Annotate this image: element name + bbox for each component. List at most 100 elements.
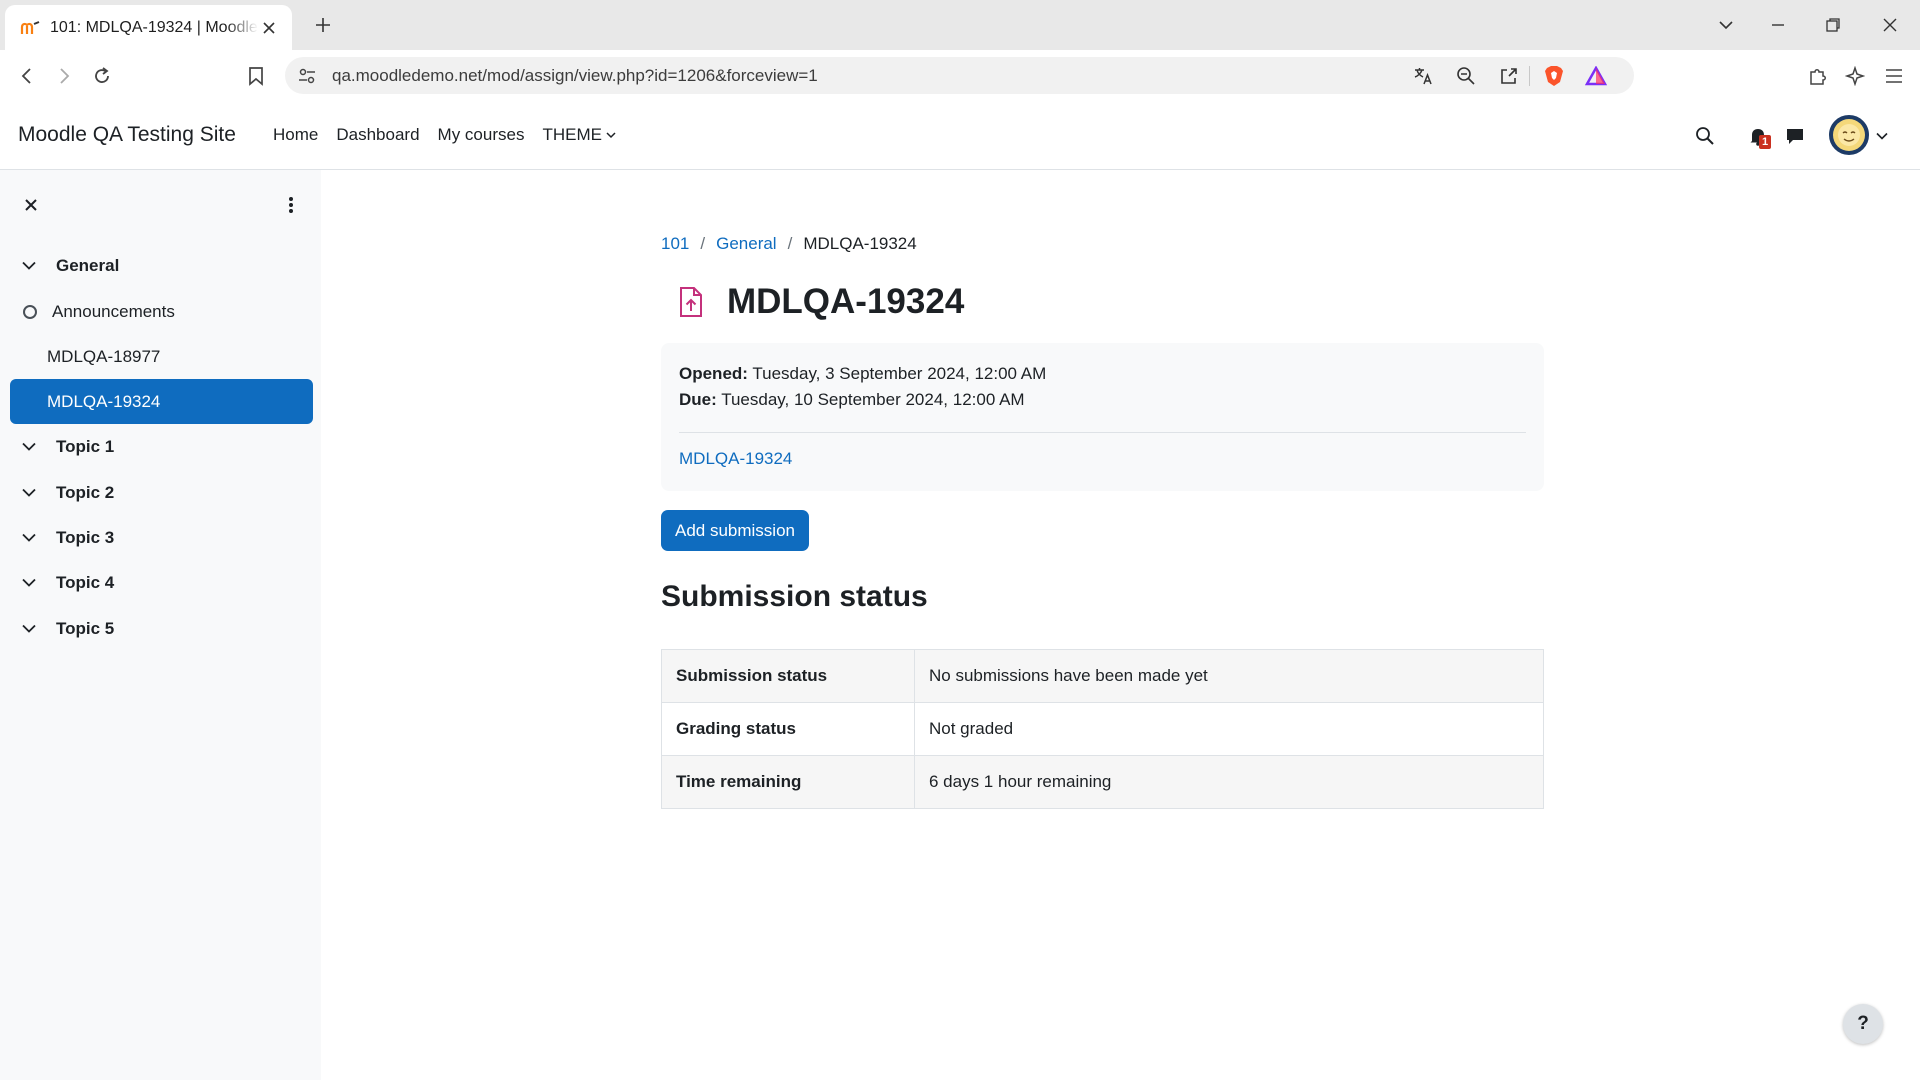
opened-date: Opened: Tuesday, 3 September 2024, 12:00… bbox=[679, 364, 1046, 384]
nav-theme-dropdown[interactable]: THEME bbox=[533, 125, 625, 145]
opened-value: Tuesday, 3 September 2024, 12:00 AM bbox=[752, 364, 1047, 383]
table-row: Time remaining 6 days 1 hour remaining bbox=[661, 755, 1544, 809]
submission-status-table: Submission status No submissions have be… bbox=[661, 649, 1544, 809]
page-title: MDLQA-19324 bbox=[727, 282, 965, 321]
minimize-icon[interactable] bbox=[1758, 8, 1798, 42]
zoom-out-icon[interactable] bbox=[1453, 63, 1479, 89]
section-label: General bbox=[56, 255, 120, 275]
avatar[interactable] bbox=[1829, 115, 1869, 155]
breadcrumb-section[interactable]: General bbox=[716, 234, 776, 254]
user-menu-chevron-icon[interactable] bbox=[1867, 121, 1897, 151]
chevron-down-icon[interactable] bbox=[20, 620, 38, 638]
intro-link[interactable]: MDLQA-19324 bbox=[679, 449, 792, 469]
nav-dashboard[interactable]: Dashboard bbox=[327, 125, 428, 145]
brave-rewards-icon[interactable] bbox=[1583, 63, 1609, 89]
section-label: Topic 4 bbox=[56, 572, 115, 592]
row-value: Not graded bbox=[914, 702, 1544, 756]
course-index-section-topic-1[interactable]: Topic 1 bbox=[10, 424, 313, 469]
tab-search-chevron-icon[interactable] bbox=[1706, 8, 1746, 42]
restore-icon[interactable] bbox=[1813, 8, 1853, 42]
activity-label: MDLQA-19324 bbox=[47, 391, 161, 411]
chevron-down-icon[interactable] bbox=[20, 484, 38, 502]
chevron-down-icon[interactable] bbox=[20, 438, 38, 456]
course-index-section-topic-3[interactable]: Topic 3 bbox=[10, 515, 313, 560]
chevron-down-icon[interactable] bbox=[20, 257, 38, 275]
opened-label: Opened: bbox=[679, 364, 748, 383]
chevron-down-icon bbox=[606, 132, 616, 139]
close-icon[interactable] bbox=[258, 17, 280, 39]
help-button[interactable]: ? bbox=[1843, 1004, 1883, 1044]
course-index-section-topic-5[interactable]: Topic 5 bbox=[10, 606, 313, 651]
row-label: Grading status bbox=[661, 702, 915, 756]
primary-navigation: Home Dashboard My courses THEME bbox=[264, 125, 625, 145]
messages-icon[interactable] bbox=[1780, 121, 1810, 151]
breadcrumb-separator: / bbox=[787, 234, 793, 253]
row-value: 6 days 1 hour remaining bbox=[914, 755, 1544, 809]
notifications-bell-icon[interactable]: 1 bbox=[1743, 121, 1773, 151]
search-icon[interactable] bbox=[1690, 121, 1720, 151]
forward-arrow-icon[interactable] bbox=[49, 61, 79, 91]
nav-theme-label: THEME bbox=[542, 125, 602, 144]
divider bbox=[679, 432, 1526, 433]
section-label: Topic 5 bbox=[56, 618, 115, 638]
tab-title: 101: MDLQA-19324 | Moodle QA Testing Sit… bbox=[50, 18, 258, 36]
browser-toolbar: qa.moodledemo.net/mod/assign/view.php?id… bbox=[0, 50, 1920, 101]
close-drawer-icon[interactable] bbox=[16, 190, 46, 220]
course-index-section-topic-2[interactable]: Topic 2 bbox=[10, 470, 313, 515]
table-row: Submission status No submissions have be… bbox=[661, 649, 1544, 703]
moodle-favicon-icon bbox=[19, 17, 41, 39]
window-close-icon[interactable] bbox=[1870, 8, 1910, 42]
course-index-item-mdlqa-18977[interactable]: MDLQA-18977 bbox=[10, 334, 313, 379]
leo-ai-icon[interactable] bbox=[1840, 61, 1870, 91]
table-row: Grading status Not graded bbox=[661, 702, 1544, 756]
chevron-down-icon[interactable] bbox=[20, 529, 38, 547]
breadcrumb-separator: / bbox=[700, 234, 706, 253]
page-header: MDLQA-19324 bbox=[661, 278, 964, 326]
activity-dates-box: Opened: Tuesday, 3 September 2024, 12:00… bbox=[661, 343, 1544, 491]
row-label: Submission status bbox=[661, 649, 915, 703]
completion-circle-icon bbox=[23, 304, 37, 319]
due-date: Due: Tuesday, 10 September 2024, 12:00 A… bbox=[679, 390, 1025, 410]
breadcrumb: 101 / General / MDLQA-19324 bbox=[661, 234, 917, 254]
course-index-drawer: General Announcements MDLQA-18977 MDLQA-… bbox=[0, 170, 321, 1080]
nav-home[interactable]: Home bbox=[264, 125, 327, 145]
row-label: Time remaining bbox=[661, 755, 915, 809]
main-menu-icon[interactable] bbox=[1879, 61, 1909, 91]
notification-count-badge: 1 bbox=[1759, 135, 1771, 149]
brave-shields-icon[interactable] bbox=[1541, 63, 1567, 89]
omnibox-divider bbox=[1529, 66, 1530, 86]
activity-label: Announcements bbox=[52, 301, 175, 321]
due-label: Due: bbox=[679, 390, 717, 409]
section-label: Topic 2 bbox=[56, 482, 115, 502]
browser-tab[interactable]: 101: MDLQA-19324 | Moodle QA Testing Sit… bbox=[5, 5, 292, 50]
site-name[interactable]: Moodle QA Testing Site bbox=[18, 123, 236, 147]
activity-label: MDLQA-18977 bbox=[47, 346, 161, 366]
url-text[interactable]: qa.moodledemo.net/mod/assign/view.php?id… bbox=[332, 66, 818, 86]
course-index-item-announcements[interactable]: Announcements bbox=[10, 289, 313, 334]
translate-icon[interactable] bbox=[1410, 63, 1436, 89]
kebab-menu-icon[interactable] bbox=[276, 190, 306, 220]
moodle-navbar: Moodle QA Testing Site Home Dashboard My… bbox=[0, 101, 1920, 170]
extensions-icon[interactable] bbox=[1802, 61, 1832, 91]
address-bar[interactable]: qa.moodledemo.net/mod/assign/view.php?id… bbox=[285, 57, 1634, 94]
add-submission-button[interactable]: Add submission bbox=[661, 510, 809, 551]
row-value: No submissions have been made yet bbox=[914, 649, 1544, 703]
bookmark-icon[interactable] bbox=[241, 61, 271, 91]
back-arrow-icon[interactable] bbox=[12, 61, 42, 91]
reload-icon[interactable] bbox=[87, 61, 117, 91]
section-label: Topic 1 bbox=[56, 436, 115, 456]
course-index-item-mdlqa-19324[interactable]: MDLQA-19324 bbox=[10, 379, 313, 424]
submission-status-heading: Submission status bbox=[661, 580, 928, 613]
breadcrumb-current: MDLQA-19324 bbox=[803, 234, 917, 253]
nav-my-courses[interactable]: My courses bbox=[429, 125, 534, 145]
assignment-upload-icon bbox=[667, 278, 715, 326]
course-index-section-general[interactable]: General bbox=[10, 243, 313, 288]
browser-tabstrip: 101: MDLQA-19324 | Moodle QA Testing Sit… bbox=[0, 0, 1920, 50]
site-settings-icon[interactable] bbox=[294, 63, 320, 89]
section-label: Topic 3 bbox=[56, 527, 115, 547]
chevron-down-icon[interactable] bbox=[20, 574, 38, 592]
course-index-section-topic-4[interactable]: Topic 4 bbox=[10, 560, 313, 605]
share-icon[interactable] bbox=[1496, 63, 1522, 89]
new-tab-button[interactable] bbox=[310, 12, 336, 38]
breadcrumb-course[interactable]: 101 bbox=[661, 234, 689, 254]
